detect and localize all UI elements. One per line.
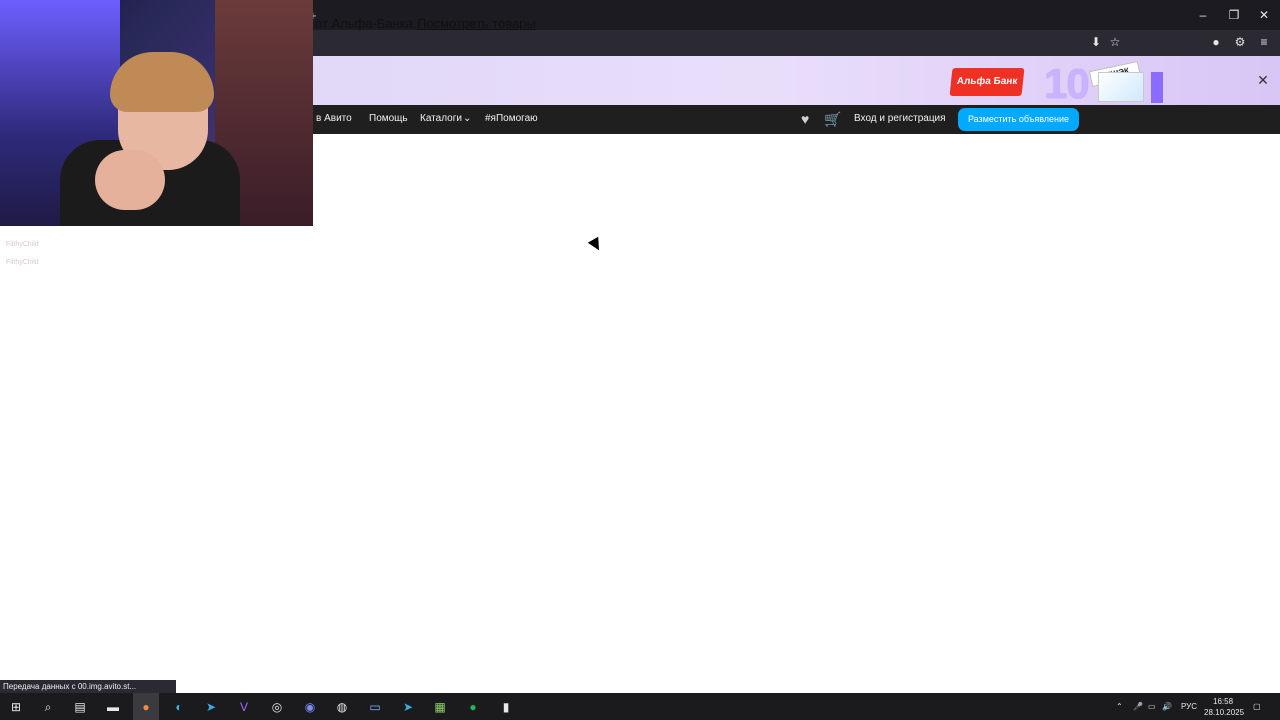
edge-icon[interactable]: ◐ [171,700,187,714]
webcam-person-hair [110,52,214,112]
nav-item-help[interactable]: Помощь [369,113,408,124]
microphone-icon[interactable]: 🎤 [1133,702,1143,711]
terminal-icon[interactable]: ▦ [432,700,448,714]
nav-item-avito[interactable]: в Авито [316,113,352,124]
banner-text: от Альфа-Банка. [315,16,417,31]
alfa-bank-logo: Альфа Банк [949,68,1025,96]
search-icon[interactable]: ⌕ [40,700,56,714]
favorites-heart-icon[interactable]: ♥ [801,111,809,127]
nav-item-catalogs[interactable]: Каталоги [420,113,462,124]
file-explorer-icon[interactable]: ▬ [105,700,121,714]
banner-link[interactable]: Посмотреть товары [417,16,536,31]
status-bar: Передача данных с 00.img.avito.st... [0,680,176,693]
banner-close-icon[interactable]: ✕ [1256,73,1270,87]
close-window-button[interactable]: ✕ [1250,6,1278,24]
restore-button[interactable]: ❐ [1220,6,1248,24]
promo-decoration [1151,72,1163,103]
clock-time[interactable]: 16:58 [1213,697,1233,706]
minimize-button[interactable]: – [1189,6,1217,24]
chat-user: FilthyChild [6,241,39,248]
discord-icon[interactable]: ◉ [302,700,318,714]
network-icon[interactable]: ▭ [1148,702,1156,711]
vs-icon[interactable]: V [236,700,252,714]
firefox-icon[interactable]: ● [138,700,154,714]
menu-icon[interactable]: ≡ [1256,34,1272,50]
telegram-icon[interactable]: ➤ [203,700,219,714]
promo-card-image [1098,72,1144,102]
extensions-icon[interactable]: ⚙ [1232,34,1248,50]
clock-date[interactable]: 28.10.2025 [1204,708,1244,717]
app-icon[interactable]: ◍ [334,700,350,714]
notifications-icon[interactable]: ▢ [1253,702,1261,711]
promo-percent: 10 [1044,60,1090,107]
install-app-icon[interactable]: ⬇ [1088,34,1104,50]
telegram-2-icon[interactable]: ➤ [400,700,416,714]
login-link[interactable]: Вход и регистрация [854,113,946,124]
chat-line: FilthyChild [6,241,39,248]
post-ad-button[interactable]: Разместить объявление [958,108,1079,131]
chat-user: FilthyChild [6,259,39,266]
volume-icon[interactable]: 🔊 [1162,702,1172,711]
language-indicator[interactable]: РУС [1181,702,1197,711]
account-icon[interactable]: ● [1208,34,1224,50]
nav-item-ihelp[interactable]: #яПомогаю [485,113,538,124]
start-windows-icon[interactable]: ⊞ [8,700,24,714]
screen: + – ❐ ✕ ⬇ ☆ ● ⚙ ≡ от Альфа-Банка. Посмот… [0,0,1280,720]
spotify-icon[interactable]: ● [465,700,481,714]
chat-line: FilthyChild [6,259,39,266]
chevron-down-icon: ⌄ [463,113,472,124]
tray-arrow-icon[interactable]: ⌃ [1116,702,1123,711]
taskbar [0,693,1280,720]
webcam-overlay [0,0,313,226]
notepad-icon[interactable]: ▮ [498,700,514,714]
obs-icon[interactable]: ◎ [269,700,285,714]
bookmark-star-icon[interactable]: ☆ [1107,34,1123,50]
remote-desktop-icon[interactable]: ▭ [367,700,383,714]
cart-icon[interactable]: 🛒 [824,111,841,127]
webcam-person-hands [95,150,165,210]
task-view-icon[interactable]: ▤ [72,700,88,714]
